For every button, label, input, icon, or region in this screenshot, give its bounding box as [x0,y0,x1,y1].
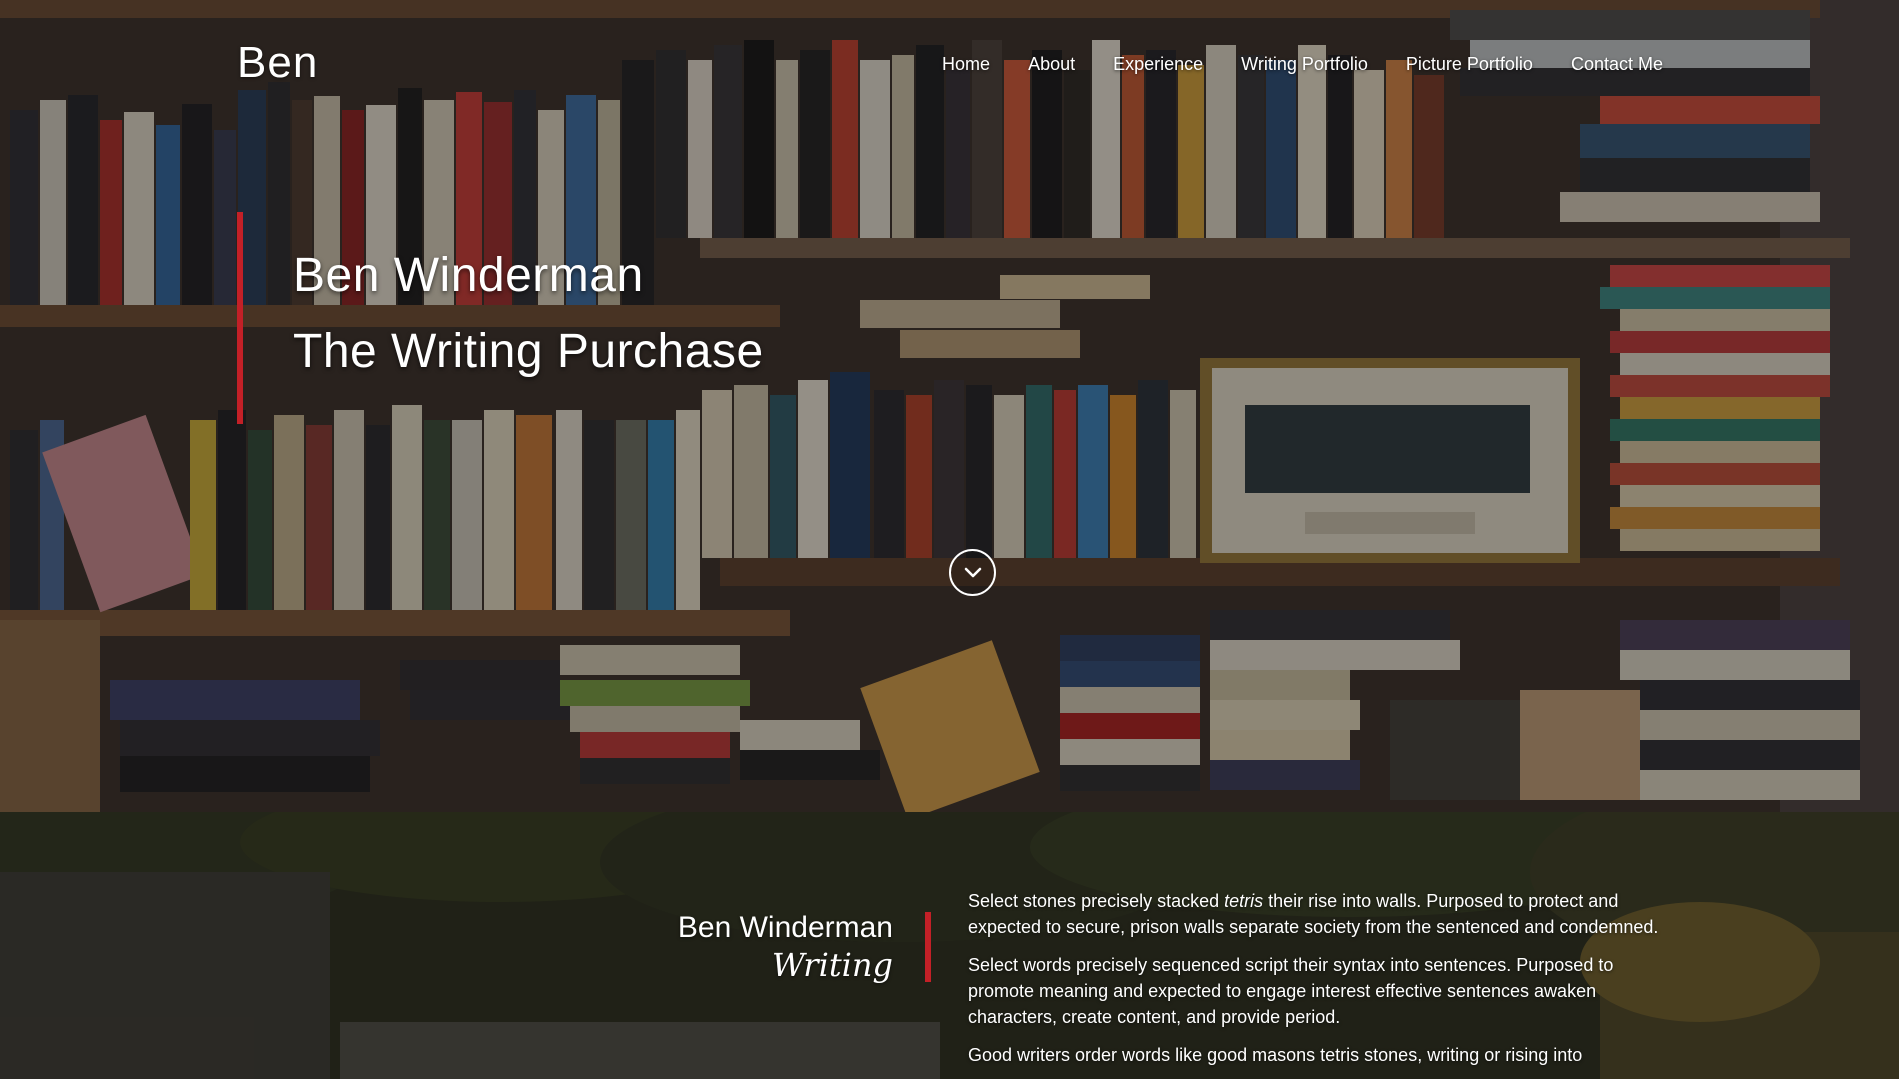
about-name-heading: Ben Winderman [677,911,893,944]
main-nav: Home About Experience Writing Portfolio … [904,54,1663,75]
about-paragraph-1: Select stones precisely stacked tetris t… [968,891,1659,937]
nav-picture-portfolio[interactable]: Picture Portfolio [1406,54,1533,75]
nav-experience[interactable]: Experience [1113,54,1203,75]
about-accent-bar [925,912,931,982]
hero-section: Ben Home About Experience Writing Portfo… [0,0,1899,812]
scroll-down-button[interactable] [949,549,996,596]
hero-accent-bar [237,212,243,424]
hero-subtitle: The Writing Purchase [293,325,764,378]
about-script-heading: Writing [771,946,893,984]
about-paragraph-2: Select words precisely sequenced script … [968,955,1614,1027]
nav-writing-portfolio[interactable]: Writing Portfolio [1241,54,1368,75]
about-section: Ben Winderman Writing Select stones prec… [0,812,1899,1079]
nav-home[interactable]: Home [942,54,990,75]
hero-overlay [0,0,1899,812]
hero-title: Ben Winderman [293,249,644,302]
chevron-down-icon [964,567,981,577]
about-text: Select stones precisely stacked tetris t… [968,888,1668,1079]
nav-contact[interactable]: Contact Me [1571,54,1663,75]
nav-about[interactable]: About [1028,54,1075,75]
about-paragraph-3: Good writers order words like good mason… [968,1045,1583,1065]
site-logo[interactable]: Ben [237,38,318,88]
